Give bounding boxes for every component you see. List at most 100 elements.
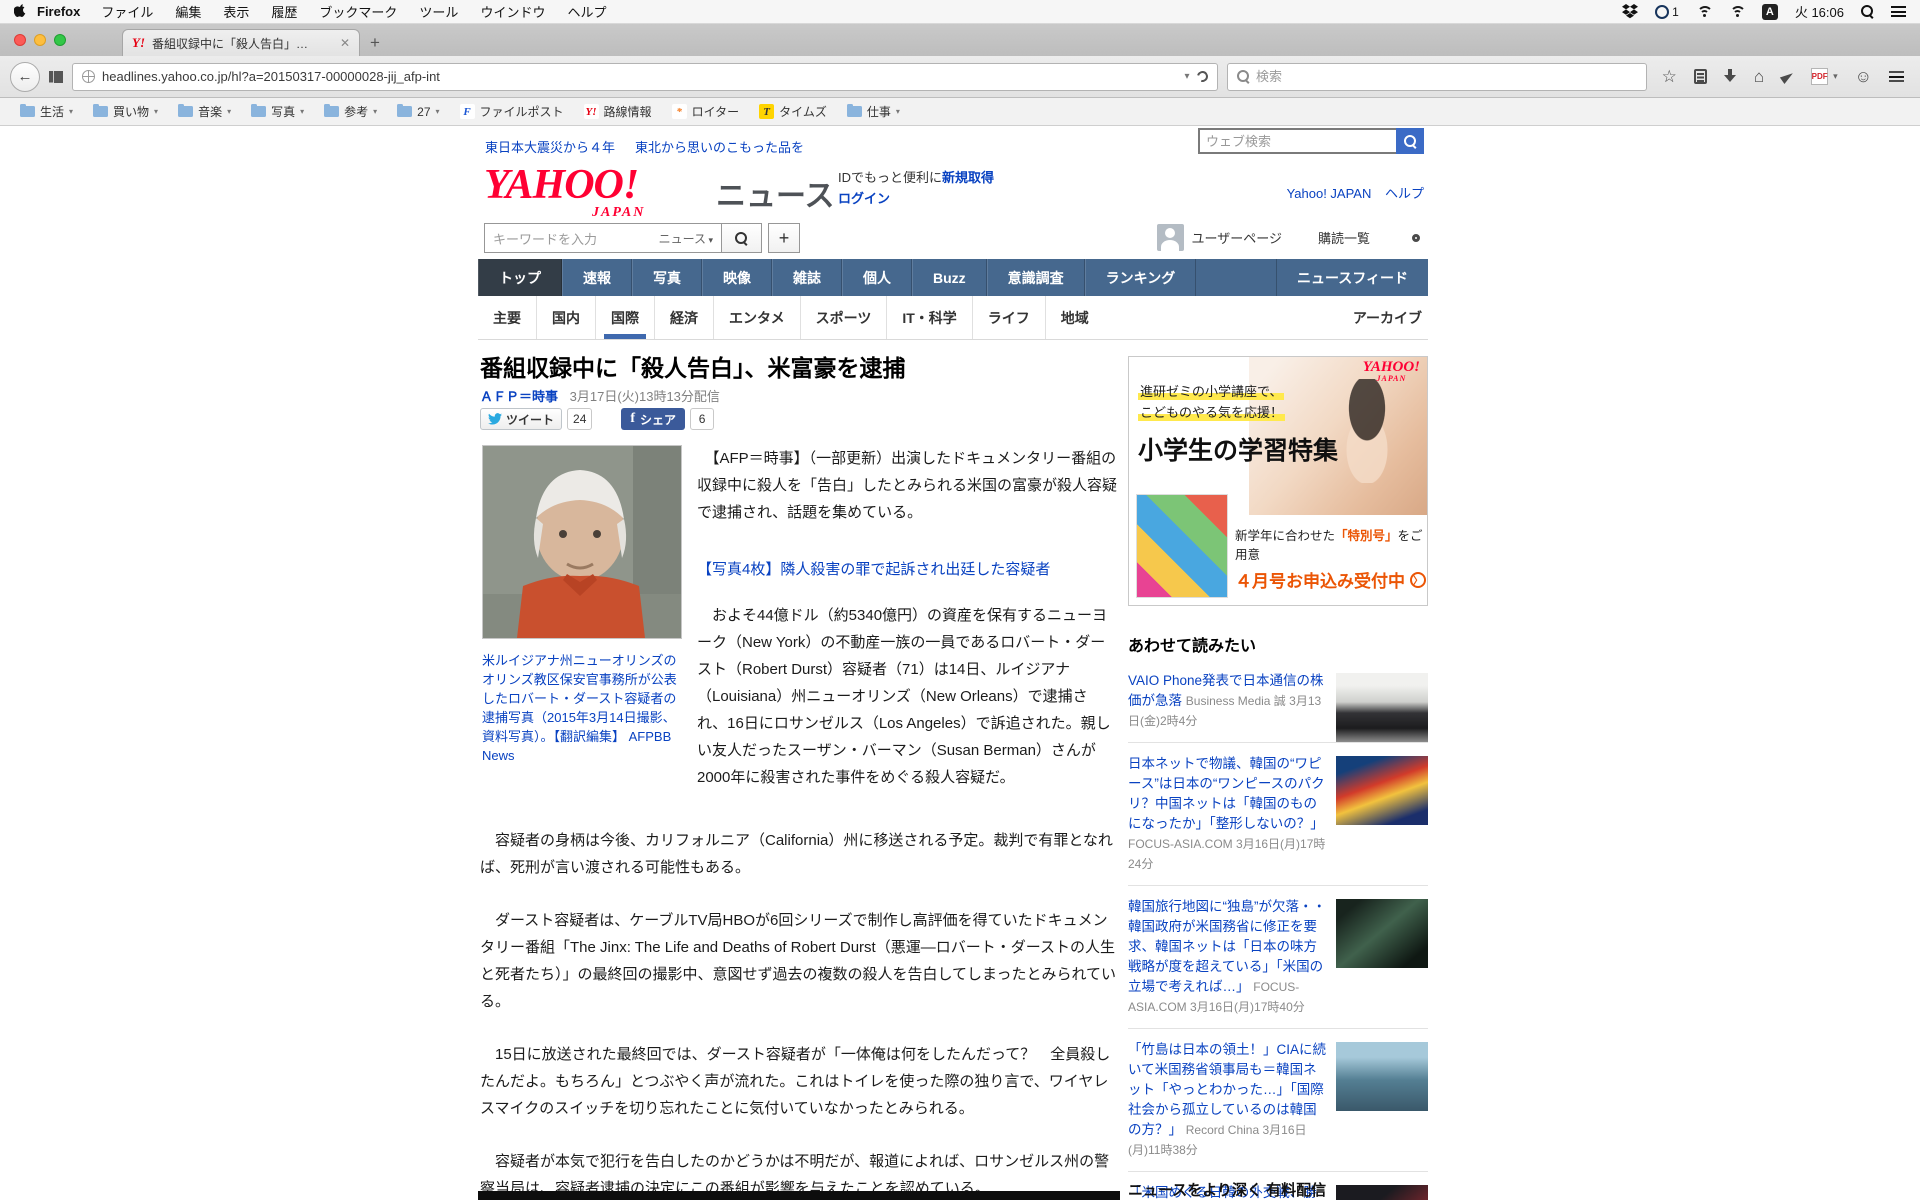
nav-tab[interactable]: 速報 xyxy=(562,259,632,296)
subnav-item[interactable]: ライフ xyxy=(972,296,1045,339)
subnav-item[interactable]: IT・科学 xyxy=(886,296,971,339)
bookmark-item[interactable]: 参考 ▾ xyxy=(314,101,387,123)
facebook-share-button[interactable]: f シェア xyxy=(621,408,685,430)
apple-menu-icon[interactable] xyxy=(14,4,27,19)
related-item-title[interactable]: 日本ネットで物議、韓国の“ワピース”は日本の“ワンピースのパクリ？中国ネットは「… xyxy=(1128,756,1325,831)
ad-cta[interactable]: ４月号お申込み受付中〉 xyxy=(1235,567,1426,592)
related-item[interactable]: VAIO Phone発表で日本通信の株価が急落 Business Media 誠… xyxy=(1128,660,1428,742)
help-link[interactable]: ヘルプ xyxy=(1385,186,1424,201)
input-source-icon[interactable]: A xyxy=(1762,4,1778,20)
browser-search-input[interactable] xyxy=(1256,69,1637,84)
photos-link[interactable]: 【写真4枚】隣人殺害の罪で起訴され出廷した容疑者 xyxy=(697,558,1050,579)
url-bar[interactable]: headlines.yahoo.co.jp/hl?a=20150317-0000… xyxy=(72,63,1218,91)
menubar-menu[interactable]: ツール xyxy=(408,2,469,21)
nav-tab[interactable]: 意識調査 xyxy=(987,259,1085,296)
nav-tab[interactable]: Buzz xyxy=(912,259,987,296)
subnav-archive[interactable]: アーカイブ xyxy=(1353,308,1428,328)
browser-tab[interactable]: Y! 番組収録中に「殺人告白」… ✕ xyxy=(122,29,360,56)
promo-link[interactable]: 東北から思いのこもった品を xyxy=(635,137,804,156)
bookmark-item[interactable]: 27 ▾ xyxy=(387,101,449,123)
yahoo-logo[interactable]: YAHOO! JAPAN xyxy=(484,163,699,215)
wifi-icon[interactable] xyxy=(1729,5,1745,18)
related-item-thumbnail[interactable] xyxy=(1336,1042,1428,1111)
login-link[interactable]: ログイン xyxy=(838,191,890,206)
bookmarks-sidebar-icon[interactable] xyxy=(49,71,63,83)
bluetooth-audio-icon[interactable] xyxy=(1696,5,1712,18)
new-tab-button[interactable]: + xyxy=(360,29,390,56)
search-scope-dropdown[interactable]: ニュース xyxy=(659,230,713,247)
menubar-menu[interactable]: 履歴 xyxy=(260,2,308,21)
menubar-menu[interactable]: ヘルプ xyxy=(556,2,617,21)
related-item-thumbnail[interactable] xyxy=(1336,756,1428,825)
web-search-input[interactable] xyxy=(1198,128,1396,154)
yahoo-japan-link[interactable]: Yahoo! JAPAN xyxy=(1287,186,1372,201)
nav-tab[interactable]: トップ xyxy=(478,259,562,296)
url-dropdown-icon[interactable]: ▾ xyxy=(1185,71,1190,82)
subnav-item[interactable]: エンタメ xyxy=(713,296,800,339)
subnav-item[interactable]: 国内 xyxy=(536,296,595,339)
bookmark-item[interactable]: 仕事 ▾ xyxy=(837,101,910,123)
web-search-button[interactable] xyxy=(1396,128,1424,154)
menubar-menu[interactable]: ブックマーク xyxy=(308,2,408,21)
menubar-menu[interactable]: 編集 xyxy=(164,2,212,21)
settings-gear-icon[interactable] xyxy=(1406,228,1426,248)
reload-icon[interactable] xyxy=(1195,69,1210,84)
reading-list-icon[interactable] xyxy=(1694,69,1707,84)
bookmark-item[interactable]: F ファイルポスト ▾ xyxy=(450,101,574,123)
subnav-item[interactable]: 経済 xyxy=(654,296,713,339)
menu-hamburger-icon[interactable] xyxy=(1889,71,1904,82)
back-button[interactable]: ← xyxy=(10,62,40,92)
bookmark-item[interactable]: T タイムズ ▾ xyxy=(749,101,837,123)
bookmark-star-icon[interactable]: ☆ xyxy=(1662,68,1677,85)
window-minimize-button[interactable] xyxy=(34,34,46,46)
bookmark-item[interactable]: 写真 ▾ xyxy=(241,101,314,123)
nav-tab[interactable]: 個人 xyxy=(842,259,912,296)
nav-tab-newsfeed[interactable]: ニュースフィード xyxy=(1276,259,1428,296)
pdf-tool-dropdown-icon[interactable]: ▾ xyxy=(1833,71,1838,82)
tweet-button[interactable]: ツイート xyxy=(480,408,562,430)
related-item-thumbnail[interactable] xyxy=(1336,899,1428,968)
bookmark-item[interactable]: 買い物 ▾ xyxy=(83,101,168,123)
nav-tab[interactable]: 映像 xyxy=(702,259,772,296)
nav-tab[interactable]: 雑誌 xyxy=(772,259,842,296)
tweet-count[interactable]: 24 xyxy=(567,408,592,430)
share-count[interactable]: 6 xyxy=(690,408,714,430)
menubar-menu[interactable]: ファイル xyxy=(90,2,164,21)
subnav-item[interactable]: 地域 xyxy=(1045,296,1104,339)
browser-search-box[interactable] xyxy=(1227,63,1647,91)
menubar-clock[interactable]: 火 16:06 xyxy=(1795,2,1844,21)
related-item[interactable]: 「竹島は日本の領土！」CIAに続いて米国務省領事局も＝韓国ネット「やっとわかった… xyxy=(1128,1028,1428,1171)
menubar-menu[interactable]: ウインドウ xyxy=(469,2,556,21)
photo-caption[interactable]: 米ルイジアナ州ニューオリンズのオリンズ教区保安官事務所が公表したロバート・ダース… xyxy=(482,651,688,765)
nav-tab[interactable]: 写真 xyxy=(632,259,702,296)
bookmark-item[interactable]: * ロイター ▾ xyxy=(662,101,750,123)
news-search-input[interactable]: キーワードを入力 ニュース xyxy=(484,223,722,253)
nav-tab[interactable]: ランキング xyxy=(1085,259,1197,296)
creative-cloud-icon[interactable]: 1 xyxy=(1655,5,1679,19)
subnav-item[interactable]: スポーツ xyxy=(800,296,887,339)
active-app-name[interactable]: Firefox xyxy=(37,4,80,19)
promo-link[interactable]: 東日本大震災から４年 xyxy=(485,137,615,156)
signup-link[interactable]: 新規取得 xyxy=(942,170,994,185)
pocket-send-icon[interactable] xyxy=(1780,69,1795,83)
bookmark-item[interactable]: Y! 路線情報 ▾ xyxy=(574,101,662,123)
downloads-icon[interactable] xyxy=(1724,69,1737,84)
url-text[interactable]: headlines.yahoo.co.jp/hl?a=20150317-0000… xyxy=(102,69,1178,84)
related-item[interactable]: 韓国旅行地図に“独島”が欠落・・韓国政府が米国務省に修正を要求、韓国ネットは「日… xyxy=(1128,885,1428,1028)
menubar-menu[interactable]: 表示 xyxy=(212,2,260,21)
add-keyword-button[interactable]: + xyxy=(768,223,800,253)
window-close-button[interactable] xyxy=(14,34,26,46)
user-avatar[interactable] xyxy=(1157,224,1184,251)
news-search-button[interactable] xyxy=(722,223,762,253)
article-photo[interactable] xyxy=(482,445,682,639)
user-page-link[interactable]: ユーザーページ xyxy=(1192,231,1282,246)
article-source-link[interactable]: ＡＦＰ＝時事 xyxy=(480,389,558,404)
notification-center-icon[interactable] xyxy=(1891,6,1906,17)
subscriptions-link[interactable]: 購読一覧 xyxy=(1318,231,1370,246)
bookmark-item[interactable]: 生活 ▾ xyxy=(10,101,83,123)
related-item-thumbnail[interactable] xyxy=(1336,673,1428,742)
tab-close-icon[interactable]: ✕ xyxy=(340,36,350,50)
home-icon[interactable]: ⌂ xyxy=(1754,68,1764,85)
spotlight-search-icon[interactable] xyxy=(1861,5,1874,18)
subnav-item[interactable]: 主要 xyxy=(478,296,536,339)
